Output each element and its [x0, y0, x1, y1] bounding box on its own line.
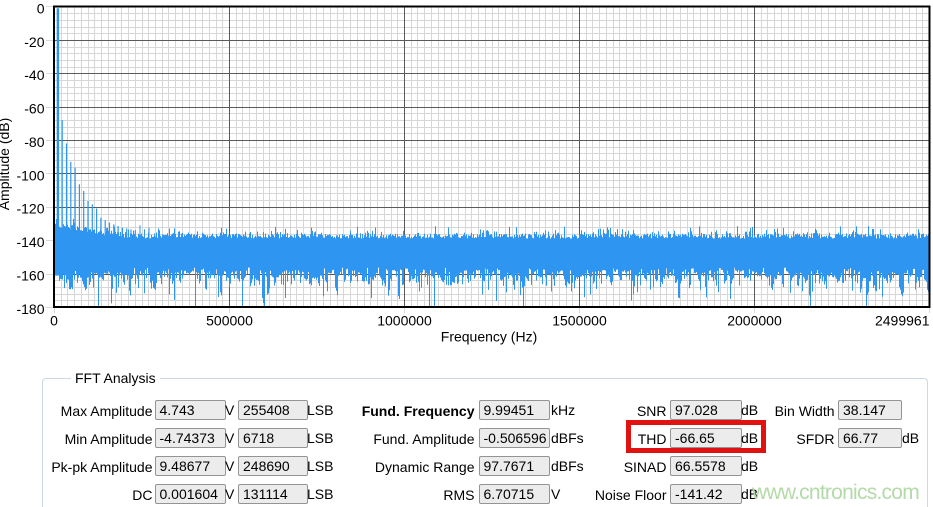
svg-text:-60: -60: [24, 101, 44, 117]
svg-text:2499961: 2499961: [875, 313, 930, 329]
svg-text:2000000: 2000000: [727, 313, 782, 329]
svg-text:0: 0: [37, 0, 45, 16]
svg-text:-100: -100: [16, 167, 44, 183]
svg-text:-40: -40: [24, 67, 44, 83]
svg-text:-120: -120: [16, 201, 44, 217]
svg-text:500000: 500000: [206, 313, 253, 329]
svg-text:-80: -80: [24, 134, 44, 150]
svg-text:-20: -20: [24, 34, 44, 50]
svg-text:-180: -180: [16, 301, 44, 317]
svg-text:-160: -160: [16, 268, 44, 284]
svg-text:1000000: 1000000: [377, 313, 432, 329]
svg-text:1500000: 1500000: [552, 313, 607, 329]
svg-text:Frequency (Hz): Frequency (Hz): [441, 329, 537, 345]
svg-text:0: 0: [50, 313, 58, 329]
svg-text:Amplitude (dB): Amplitude (dB): [0, 118, 12, 211]
svg-text:-140: -140: [16, 234, 44, 250]
